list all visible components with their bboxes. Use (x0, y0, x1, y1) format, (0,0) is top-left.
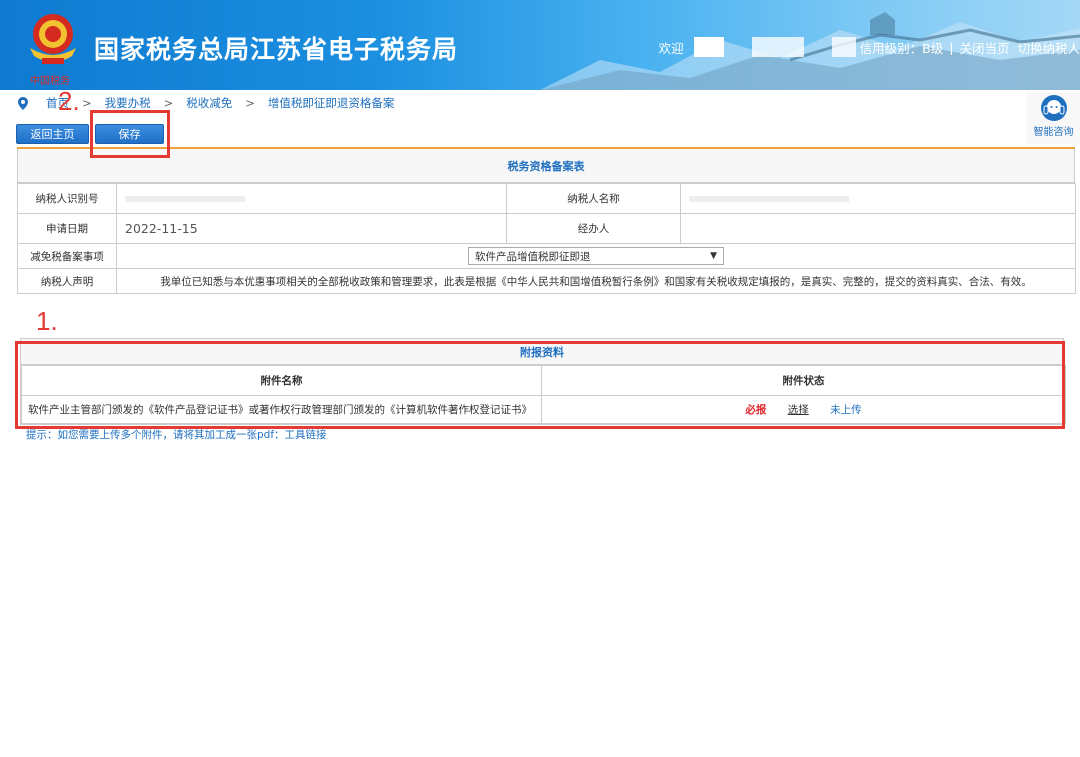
close-page-link[interactable]: 关闭当页 (959, 38, 1009, 57)
redacted-username (693, 37, 724, 57)
taxpayer-name-value (680, 183, 1076, 214)
breadcrumb-separator: > (82, 96, 92, 110)
smart-consult-label: 智能咨询 (1033, 127, 1074, 138)
table-row: 纳税人识别号 纳税人名称 (17, 183, 1076, 214)
switch-taxpayer-link[interactable]: 切换纳税人 (1017, 38, 1080, 57)
smart-consult-button[interactable]: 智能咨询 (1027, 92, 1080, 144)
annotation-number-two: 2. (58, 86, 80, 116)
redacted-username (775, 37, 804, 57)
filing-item-label: 减免税备案事项 (17, 243, 117, 269)
table-row: 申请日期 2022-11-15 经办人 (17, 213, 1076, 244)
chevron-down-icon: ▼ (710, 251, 717, 261)
headset-icon (1040, 95, 1067, 121)
taxpayer-id-label: 纳税人识别号 (17, 183, 117, 214)
location-pin-icon (18, 96, 28, 110)
handler-value[interactable] (680, 213, 1076, 244)
breadcrumb-separator: > (245, 96, 255, 110)
table-row: 减免税备案事项 软件产品增值税即征即退 ▼ (17, 243, 1076, 269)
annotation-box-save (90, 110, 170, 158)
tool-link[interactable]: 工具链接 (285, 429, 327, 441)
apply-date-label: 申请日期 (17, 213, 117, 244)
redacted-username (831, 37, 856, 57)
taxpayer-name-label: 纳税人名称 (506, 183, 681, 214)
declaration-text: 我单位已知悉与本优惠事项相关的全部税收政策和管理要求，此表是根据《中华人民共和国… (116, 268, 1076, 294)
annotation-box-attachments (15, 341, 1065, 429)
tax-emblem-logo: 中国税务 (30, 14, 76, 87)
redacted-taxpayer-name (689, 195, 849, 202)
declaration-label: 纳税人声明 (17, 268, 117, 294)
form-table: 纳税人识别号 纳税人名称 申请日期 2022-11-15 经办人 减免税备案事项… (17, 183, 1076, 294)
upload-hint-text: 提示：如您需要上传多个附件，请将其加工成一张pdf： (26, 429, 285, 441)
upload-hint: 提示：如您需要上传多个附件，请将其加工成一张pdf：工具链接 (26, 427, 327, 442)
breadcrumb-current: 增值税即征即退资格备案 (267, 96, 395, 110)
header-user-bar: 欢迎 信用级别：B级 | 关闭当页 切换纳税人 (659, 37, 1080, 57)
welcome-text: 欢迎 (658, 40, 684, 56)
breadcrumb-separator: > (163, 96, 174, 110)
annotation-number-one: 1. (36, 306, 58, 336)
handler-label: 经办人 (506, 213, 681, 244)
redacted-username (751, 37, 776, 57)
filing-item-cell: 软件产品增值税即征即退 ▼ (116, 243, 1076, 269)
redacted-taxpayer-id (125, 195, 245, 202)
site-header: 中国税务 国家税务总局江苏省电子税务局 欢迎 信用级别：B级 | 关闭当页 切换… (0, 0, 1080, 90)
tax-qualification-form: 税务资格备案表 纳税人识别号 纳税人名称 申请日期 2022-11-15 经办人… (17, 147, 1076, 294)
filing-item-selected: 软件产品增值税即征即退 (475, 250, 591, 263)
site-title: 国家税务总局江苏省电子税务局 (94, 35, 459, 64)
header-separator: | (949, 39, 954, 55)
credit-rating: 信用级别：B级 (859, 40, 944, 56)
breadcrumb-tax-handling[interactable]: 我要办税 (105, 95, 151, 111)
taxpayer-id-value (116, 183, 507, 214)
apply-date-value: 2022-11-15 (116, 213, 507, 244)
form-title: 税务资格备案表 (17, 149, 1075, 183)
table-row: 纳税人声明 我单位已知悉与本优惠事项相关的全部税收政策和管理要求，此表是根据《中… (17, 268, 1076, 294)
return-home-button[interactable]: 返回主页 (16, 124, 89, 144)
filing-item-select[interactable]: 软件产品增值税即征即退 ▼ (468, 247, 724, 265)
breadcrumb-tax-reduction[interactable]: 税收减免 (186, 95, 232, 111)
